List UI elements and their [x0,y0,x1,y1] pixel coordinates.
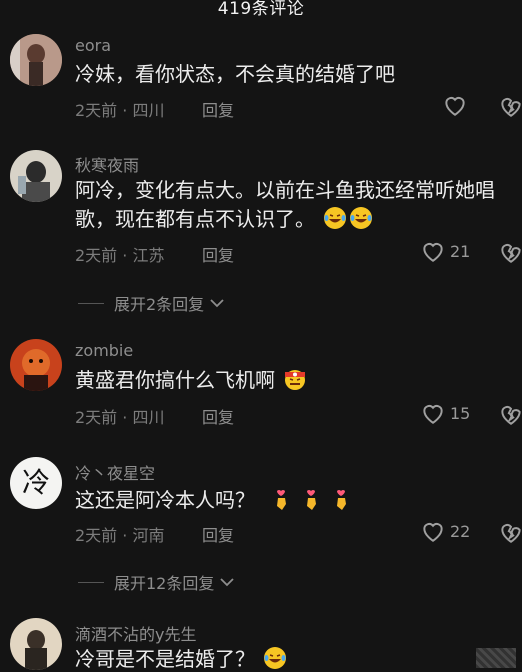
heart-outline-icon [445,97,465,116]
comment-meta: 2天前 · 河南 [75,526,165,545]
avatar[interactable] [10,339,62,391]
divider-line [78,581,104,583]
expand-replies-button[interactable]: 展开2条回复 [78,291,224,315]
like-count: 21 [450,241,471,261]
broken-heart-icon[interactable] [498,94,522,118]
comment-text: 阿冷，变化有点大。以前在斗鱼我还经常听她唱歌，现在都有点不认识了。 [75,176,515,234]
avatar[interactable] [10,34,62,86]
laughing-tears-emoji-icon [350,207,373,229]
comment-text-content: 这还是阿冷本人吗？ [75,488,255,512]
comment-text-content: 冷哥是不是结婚了？ [75,647,255,671]
comment-text: 黄盛君你搞什么飞机啊 [75,366,515,395]
divider-line [78,302,104,304]
angry-headband-emoji-icon [285,370,306,390]
like-button[interactable]: 22 [420,519,470,543]
like-button[interactable]: 15 [420,401,470,425]
finger-heart-emoji-icon [277,490,287,510]
chevron-down-icon [220,578,235,587]
comment-count-title: 419条评论 [217,0,305,19]
expand-label: 展开2条回复 [114,295,205,314]
comment-username[interactable]: 滴酒不沾的y先生 [75,621,196,645]
watermark [476,648,516,668]
laughing-tears-emoji-icon [264,647,287,669]
comment-text-content: 阿冷，变化有点大。以前在斗鱼我还经常听她唱歌，现在都有点不认识了。 [75,178,495,231]
laughing-tears-emoji-icon [324,207,347,229]
comment-meta: 2天前 · 四川 [75,408,165,427]
like-button[interactable]: 21 [420,239,470,263]
comment-text-content: 黄盛君你搞什么飞机啊 [75,368,275,392]
comment-meta: 2天前 · 江苏 [75,246,165,265]
reply-button[interactable]: 回复 [202,404,234,428]
comment-text: 冷哥是不是结婚了？ [75,645,515,672]
broken-heart-icon[interactable] [498,240,522,264]
broken-heart-icon[interactable] [498,402,522,426]
avatar-glyph: 冷 [21,466,50,499]
comment-username[interactable]: eora [75,36,111,55]
comment-username[interactable]: 冷丶夜星空 [75,460,155,484]
like-count: 22 [450,521,471,541]
heart-outline-icon [423,243,443,262]
comment-username[interactable]: 秋寒夜雨 [75,152,139,176]
avatar[interactable]: 冷 [10,457,62,509]
finger-heart-emoji-icon [307,490,317,510]
avatar[interactable] [10,150,62,202]
expand-replies-button[interactable]: 展开12条回复 [78,570,235,594]
comment-username[interactable]: zombie [75,341,133,360]
comment-text: 冷妹，看你状态，不会真的结婚了吧 [75,62,395,86]
expand-label: 展开12条回复 [114,574,215,593]
heart-outline-icon [423,405,443,424]
reply-button[interactable]: 回复 [202,522,234,546]
finger-heart-emoji-icon [337,490,347,510]
comment-meta: 2天前 · 四川 [75,101,165,120]
like-button[interactable] [442,93,468,117]
reply-button[interactable]: 回复 [202,242,234,266]
reply-button[interactable]: 回复 [202,97,234,121]
chevron-down-icon [210,299,224,308]
comment-text: 这还是阿冷本人吗？ [75,486,515,515]
broken-heart-icon[interactable] [498,520,522,544]
like-count: 15 [450,403,471,423]
avatar[interactable] [10,618,62,670]
heart-outline-icon [423,523,443,542]
